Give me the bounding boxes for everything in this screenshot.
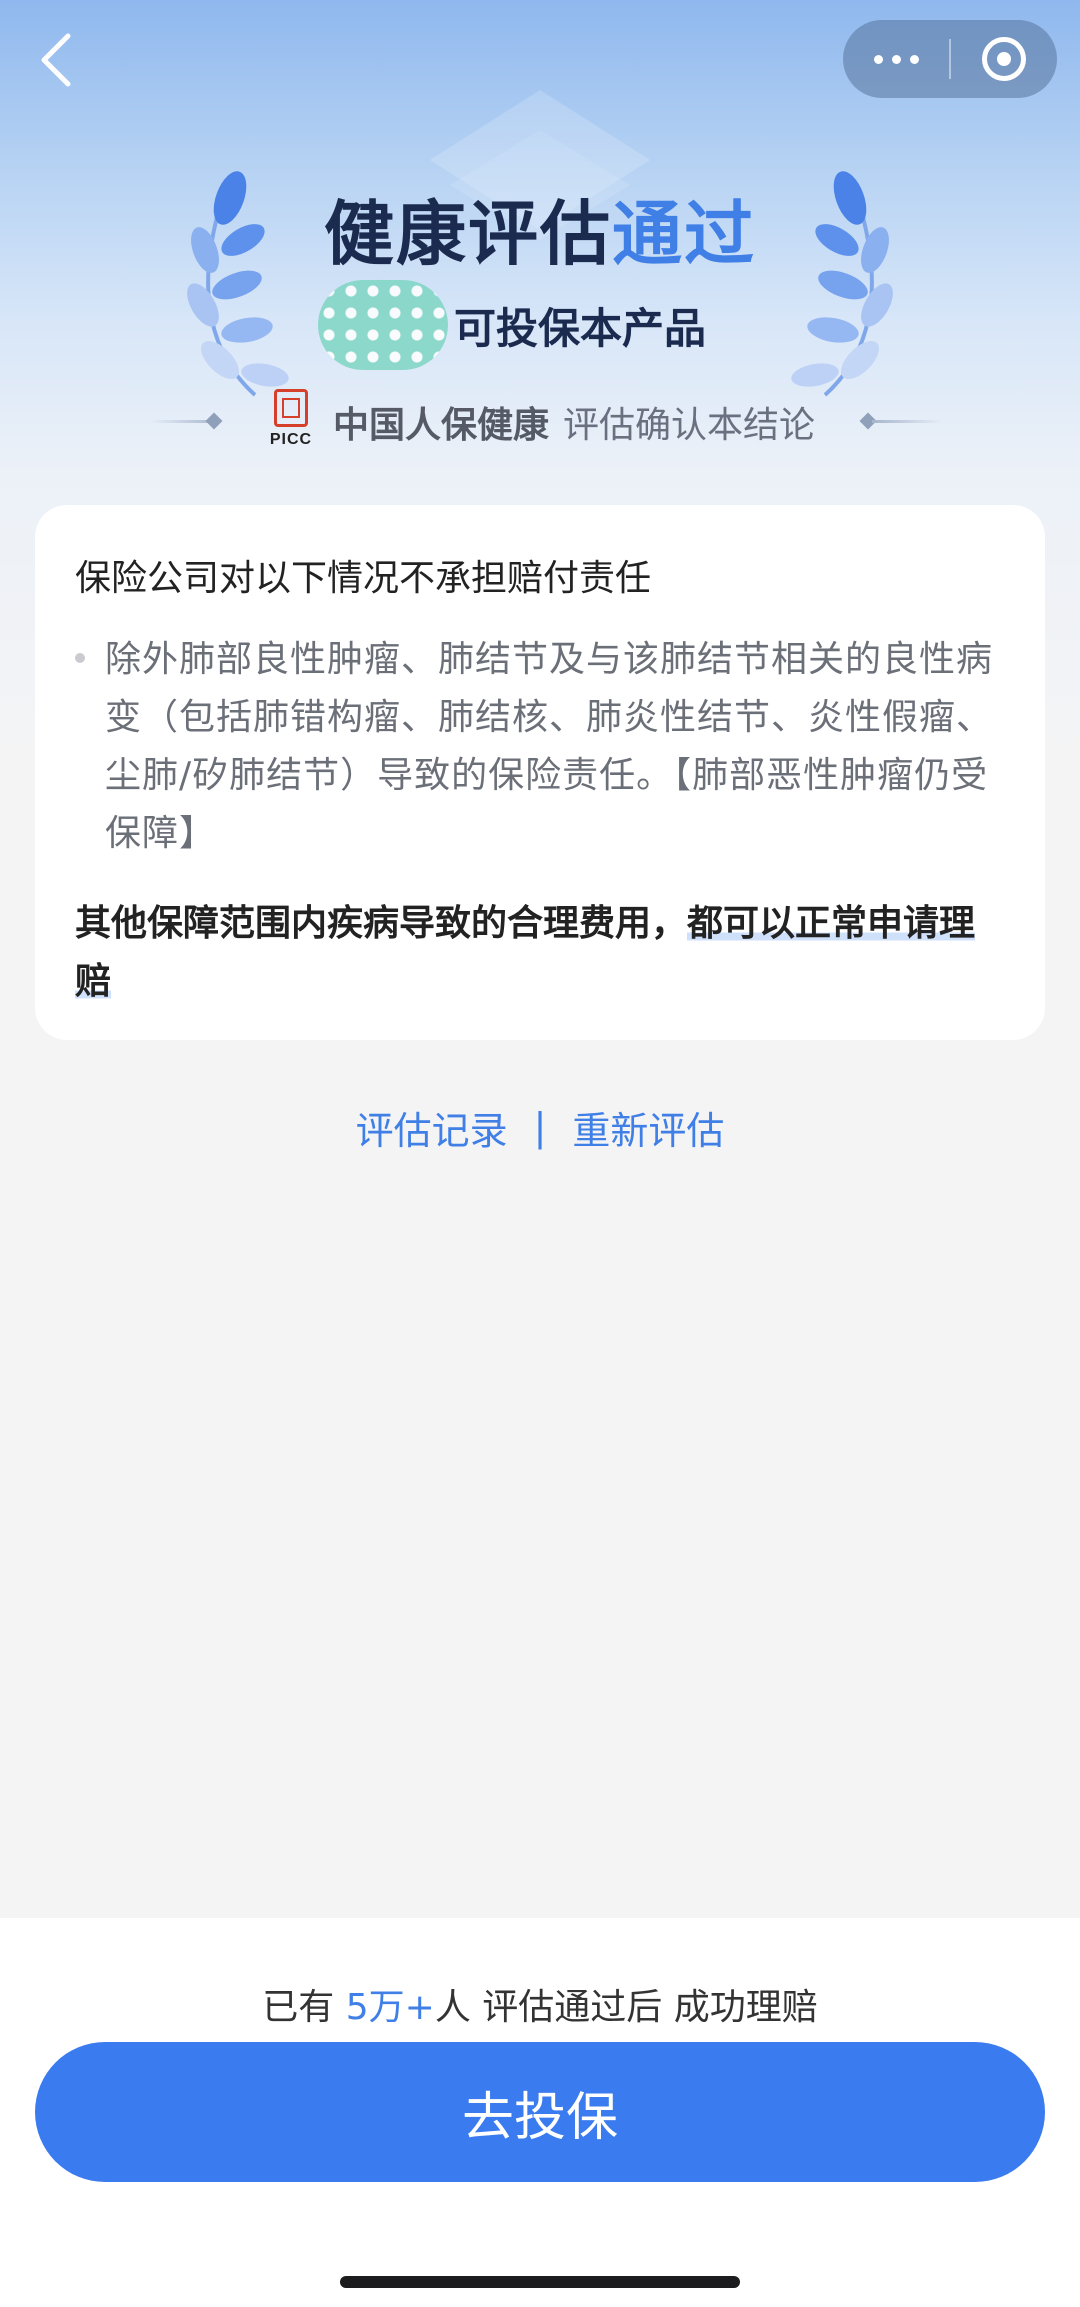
subtitle: 可投保本产品 (454, 303, 707, 353)
picc-logo-text: PICC (269, 431, 313, 448)
claim-stats: 已有 5万+人 评估通过后 成功理赔 (0, 1978, 1080, 2030)
picc-seal-icon (273, 389, 308, 427)
claim-note-part1: 其他保障范围内疾病导致的合理费用， (75, 903, 688, 944)
title-highlight: 通过 (612, 193, 756, 275)
subtitle-row: 可投保本产品 (318, 280, 706, 370)
chevron-left-icon (41, 33, 71, 87)
bottom-panel: 已有 5万+人 评估通过后 成功理赔 去投保 (0, 1918, 1080, 2307)
company-confirm-row: PICC 中国人保健康 评估确认本结论 (0, 389, 1080, 455)
claim-suffix: 人 评估通过后 成功理赔 (434, 1987, 818, 2028)
back-button[interactable] (26, 30, 86, 90)
bullet-icon (75, 653, 85, 663)
home-indicator (340, 2276, 740, 2288)
exclusion-text: 除外肺部良性肿瘤、肺结节及与该肺结节相关的良性病变（包括肺错构瘤、肺结核、肺炎性… (105, 639, 994, 854)
list-item: 除外肺部良性肿瘤、肺结节及与该肺结节相关的良性病变（包括肺错构瘤、肺结核、肺炎性… (75, 631, 1005, 863)
claim-note: 其他保障范围内疾病导致的合理费用，都可以正常申请理赔 (75, 895, 1005, 1011)
close-mini-program-button[interactable] (951, 20, 1057, 98)
divider-line-right (872, 420, 942, 423)
company-suffix: 评估确认本结论 (563, 405, 816, 446)
target-close-icon (982, 37, 1026, 81)
company-name: 中国人保健康 (332, 405, 549, 446)
more-button[interactable] (843, 20, 949, 98)
buy-insurance-button[interactable]: 去投保 (35, 2042, 1045, 2182)
exclusion-title: 保险公司对以下情况不承担赔付责任 (75, 558, 652, 599)
title-main: 健康评估 (324, 193, 612, 275)
claim-number: 5万+ (345, 1987, 435, 2028)
masked-name (318, 280, 448, 370)
assessment-records-link[interactable]: 评估记录 (356, 1100, 508, 1155)
page-title: 健康评估通过 (0, 178, 1080, 279)
mini-program-capsule (843, 20, 1057, 98)
reassess-link[interactable]: 重新评估 (572, 1100, 724, 1155)
diamond-left-icon (205, 412, 223, 430)
exclusion-card: 保险公司对以下情况不承担赔付责任 除外肺部良性肿瘤、肺结节及与该肺结节相关的良性… (35, 505, 1045, 1040)
picc-logo: PICC (265, 389, 317, 455)
claim-prefix: 已有 (262, 1987, 346, 2028)
action-links: 评估记录 | 重新评估 (0, 1095, 1080, 1159)
link-separator: | (533, 1105, 547, 1149)
more-dots-icon (873, 54, 919, 64)
